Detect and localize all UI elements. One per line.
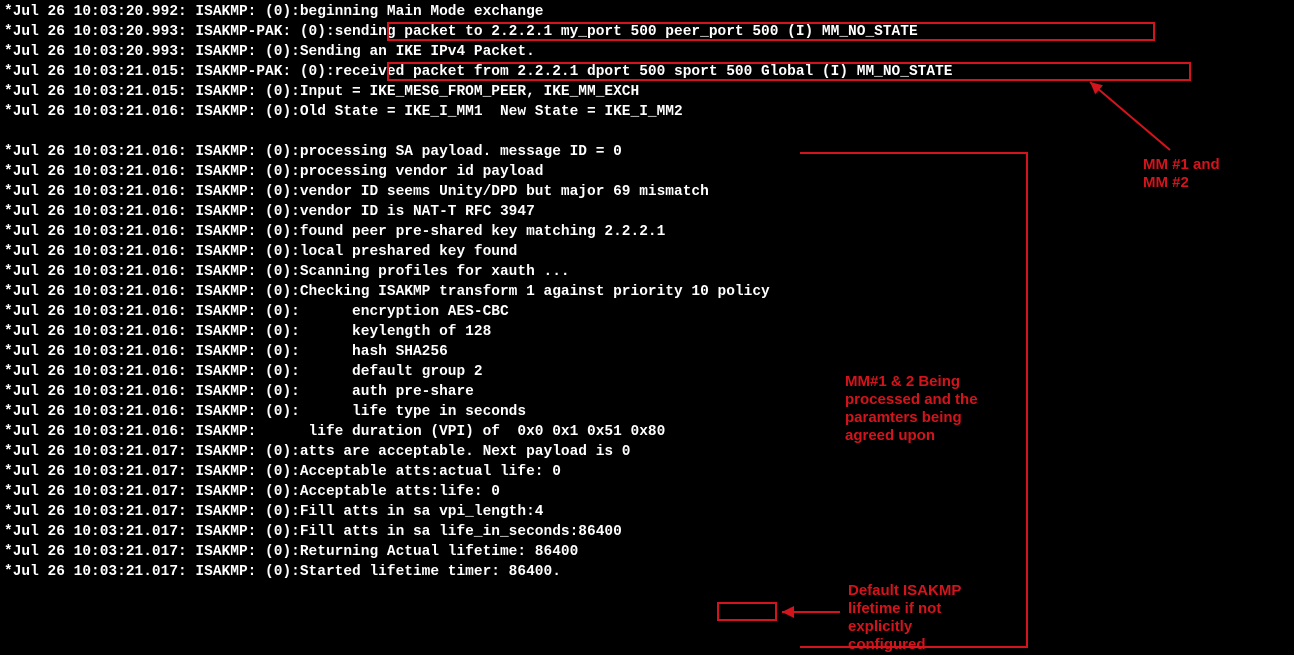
log-line: *Jul 26 10:03:21.017: ISAKMP: (0):Starte… xyxy=(4,562,1290,582)
log-line: *Jul 26 10:03:21.016: ISAKMP: (0):vendor… xyxy=(4,182,1290,202)
log-line: *Jul 26 10:03:20.993: ISAKMP: (0):Sendin… xyxy=(4,42,1290,62)
log-line: *Jul 26 10:03:21.016: ISAKMP: (0):found … xyxy=(4,222,1290,242)
log-line: *Jul 26 10:03:21.017: ISAKMP: (0):Accept… xyxy=(4,482,1290,502)
highlight-lifetime-value xyxy=(717,602,777,621)
log-line: *Jul 26 10:03:21.016: ISAKMP: (0):proces… xyxy=(4,142,1290,162)
log-line: *Jul 26 10:03:21.016: ISAKMP: (0):Scanni… xyxy=(4,262,1290,282)
log-line: *Jul 26 10:03:21.016: ISAKMP: (0): hash … xyxy=(4,342,1290,362)
log-line xyxy=(4,122,1290,142)
log-line: *Jul 26 10:03:21.016: ISAKMP: (0): life … xyxy=(4,402,1290,422)
annotation-lifetime: Default ISAKMP lifetime if not explicitl… xyxy=(848,582,961,654)
log-line: *Jul 26 10:03:21.016: ISAKMP: (0): keyle… xyxy=(4,322,1290,342)
log-line: *Jul 26 10:03:21.016: ISAKMP: (0): encry… xyxy=(4,302,1290,322)
log-line: *Jul 26 10:03:21.016: ISAKMP: (0):local … xyxy=(4,242,1290,262)
log-line: *Jul 26 10:03:21.017: ISAKMP: (0):Fill a… xyxy=(4,502,1290,522)
log-line: *Jul 26 10:03:21.017: ISAKMP: (0):Fill a… xyxy=(4,522,1290,542)
log-line: *Jul 26 10:03:20.992: ISAKMP: (0):beginn… xyxy=(4,2,1290,22)
log-line: *Jul 26 10:03:21.015: ISAKMP-PAK: (0):re… xyxy=(4,62,1290,82)
log-line: *Jul 26 10:03:21.016: ISAKMP: (0):Old St… xyxy=(4,102,1290,122)
log-line: *Jul 26 10:03:21.017: ISAKMP: (0):atts a… xyxy=(4,442,1290,462)
log-line: *Jul 26 10:03:21.015: ISAKMP: (0):Input … xyxy=(4,82,1290,102)
log-line: *Jul 26 10:03:20.993: ISAKMP-PAK: (0):se… xyxy=(4,22,1290,42)
log-line: *Jul 26 10:03:21.016: ISAKMP: (0): defau… xyxy=(4,362,1290,382)
log-line: *Jul 26 10:03:21.016: ISAKMP: (0):Checki… xyxy=(4,282,1290,302)
log-line: *Jul 26 10:03:21.016: ISAKMP: (0):proces… xyxy=(4,162,1290,182)
log-line: *Jul 26 10:03:21.016: ISAKMP: (0): auth … xyxy=(4,382,1290,402)
log-line: *Jul 26 10:03:21.017: ISAKMP: (0):Return… xyxy=(4,542,1290,562)
terminal-log: *Jul 26 10:03:20.992: ISAKMP: (0):beginn… xyxy=(4,2,1290,582)
log-line: *Jul 26 10:03:21.016: ISAKMP: (0):vendor… xyxy=(4,202,1290,222)
log-line: *Jul 26 10:03:21.016: ISAKMP: life durat… xyxy=(4,422,1290,442)
log-line: *Jul 26 10:03:21.017: ISAKMP: (0):Accept… xyxy=(4,462,1290,482)
